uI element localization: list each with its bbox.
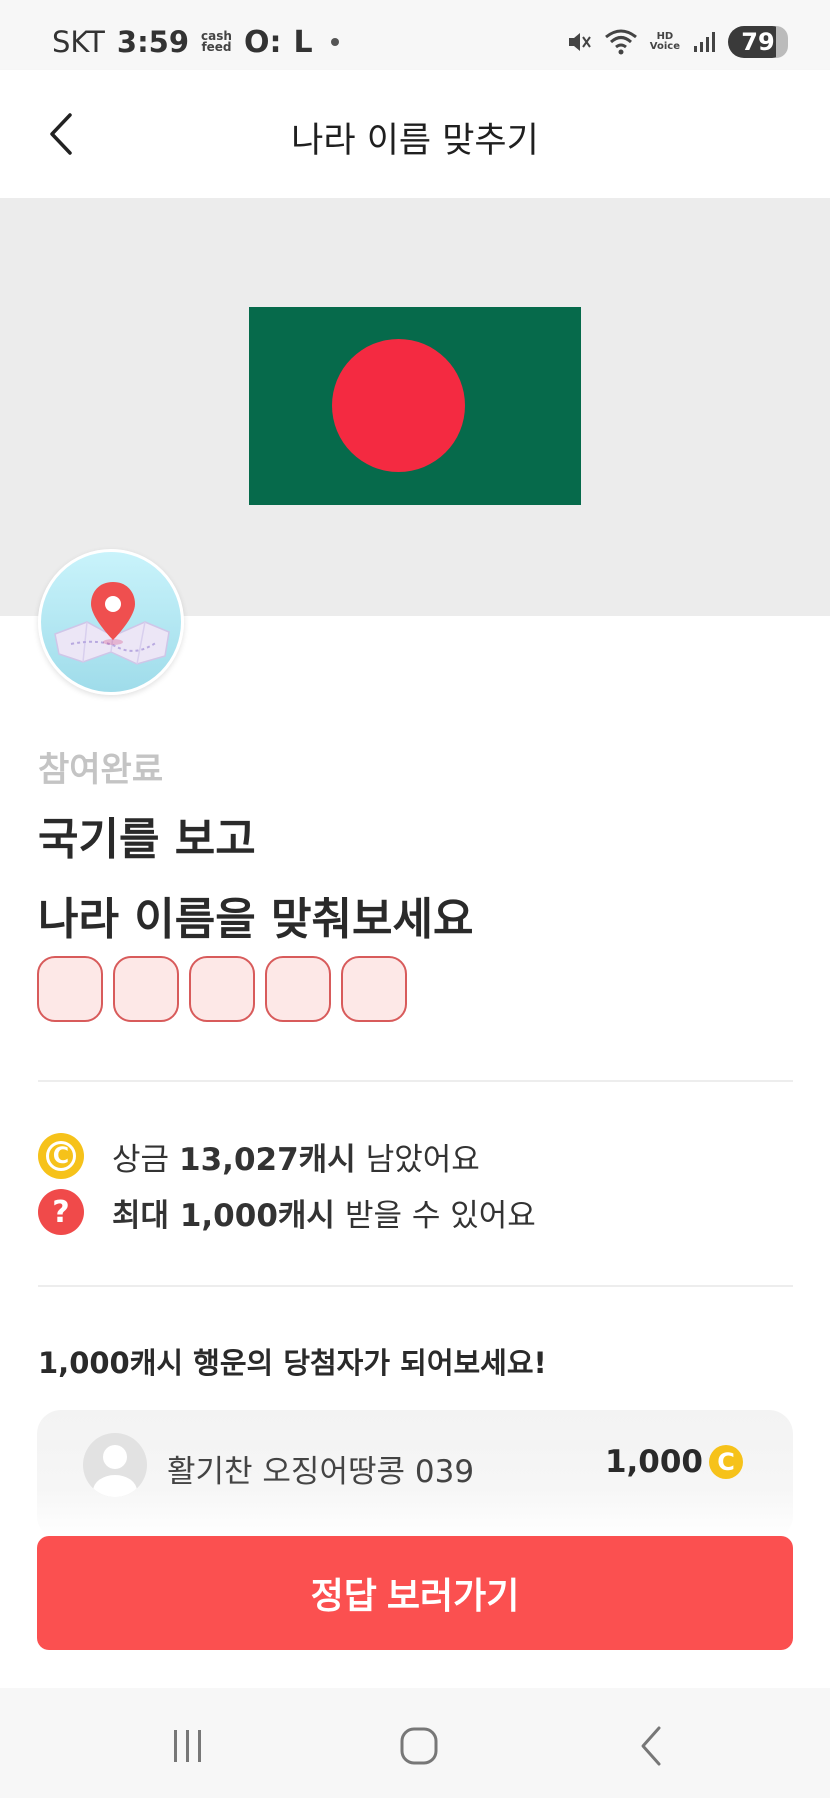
wifi-icon <box>604 29 637 55</box>
coin-icon: C <box>709 1445 743 1479</box>
winner-amount: 1,000 C <box>605 1444 743 1480</box>
flag-disc <box>332 339 465 472</box>
map-pin-icon <box>38 549 184 695</box>
participation-status: 참여완료 <box>38 750 164 790</box>
hd-bottom: Voice <box>649 41 680 52</box>
prize-prefix: 상금 <box>112 1141 170 1178</box>
question-text: 국기를 보고 나라 이름을 맞춰보세요 <box>38 800 473 960</box>
cashfeed-bottom: feed <box>201 40 232 54</box>
winners-heading: 1,000캐시 행운의 당첨자가 되어보세요! <box>38 1346 547 1380</box>
battery-icon: 79 <box>728 26 788 58</box>
coin-icon: C <box>38 1133 84 1179</box>
clock: 3:59 <box>116 25 190 59</box>
page-title: 나라 이름 맞추기 <box>291 121 539 161</box>
cashfeed-icon: cash feed <box>201 30 232 54</box>
map-illustration <box>54 582 170 665</box>
hd-voice-icon: HD Voice <box>650 32 680 52</box>
winner-name: 활기찬 오징어땅콩 039 <box>167 1454 475 1490</box>
battery-level: 79 <box>741 28 775 56</box>
avatar <box>83 1433 147 1497</box>
prize-remaining-row: C 상금 13,027캐시 남았어요 <box>38 1133 480 1179</box>
winner-amount-value: 1,000 <box>604 1444 703 1480</box>
status-bar-left: SKT 3:59 cash feed O: L <box>52 22 339 62</box>
question-mark-icon[interactable]: ? <box>38 1189 84 1235</box>
system-nav-bar <box>0 1688 830 1798</box>
winner-entry: 활기찬 오징어땅콩 039 1,000 C <box>37 1410 793 1540</box>
back-icon <box>641 1726 661 1766</box>
carrier: SKT <box>52 25 105 59</box>
answer-slot[interactable] <box>341 956 407 1022</box>
more-notifications-dot <box>330 38 339 46</box>
max-suffix: 받을 수 있어요 <box>344 1197 536 1234</box>
max-reward-row: ? 최대 1,000캐시 받을 수 있어요 <box>38 1189 536 1235</box>
prize-amount: 13,027캐시 <box>179 1141 356 1178</box>
user-icon <box>93 1445 137 1497</box>
flag-image <box>249 307 581 505</box>
answer-slot[interactable] <box>189 956 255 1022</box>
question-line-2: 나라 이름을 맞춰보세요 <box>38 894 474 945</box>
divider <box>38 1080 793 1082</box>
status-bar-right: HD Voice 79 <box>566 22 788 62</box>
answer-slot[interactable] <box>37 956 103 1022</box>
answer-boxes <box>37 956 407 1022</box>
recents-icon <box>174 1730 201 1762</box>
status-bar: SKT 3:59 cash feed O: L HD Voice 79 <box>0 0 830 70</box>
coin-symbol: C <box>52 1143 70 1169</box>
home-button[interactable] <box>379 1716 459 1776</box>
mute-icon <box>568 33 591 51</box>
divider <box>38 1285 793 1287</box>
notification-icon: O: <box>243 24 282 60</box>
nav-back-button[interactable] <box>612 1716 692 1776</box>
home-icon <box>400 1727 438 1765</box>
line-app-icon: L <box>293 24 313 60</box>
question-line-1: 국기를 보고 <box>38 814 256 865</box>
app-header: 나라 이름 맞추기 <box>0 70 830 198</box>
answer-slot[interactable] <box>265 956 331 1022</box>
signal-icon <box>694 32 715 52</box>
prize-suffix: 남았어요 <box>365 1141 480 1178</box>
max-amount: 최대 1,000캐시 <box>112 1197 335 1234</box>
recents-button[interactable] <box>148 1716 228 1776</box>
see-answer-button[interactable]: 정답 보러가기 <box>37 1536 793 1650</box>
answer-slot[interactable] <box>113 956 179 1022</box>
